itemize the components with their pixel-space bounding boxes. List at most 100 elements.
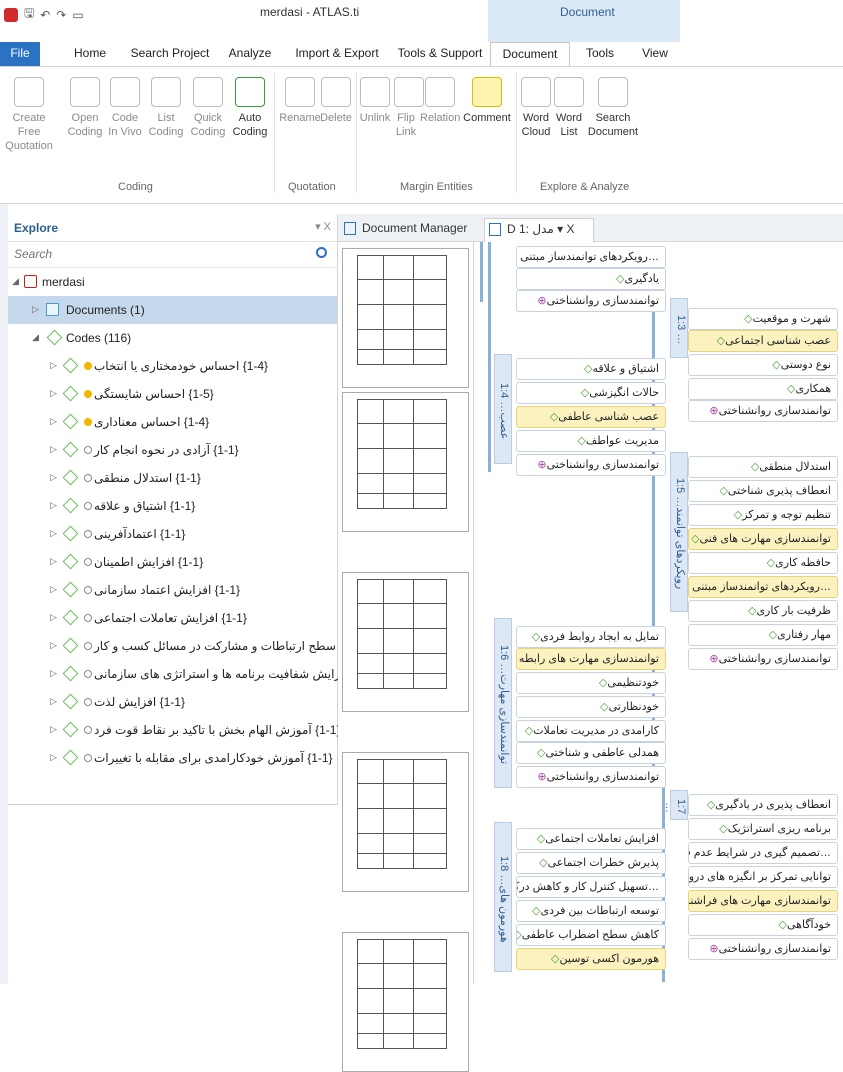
code-list-item[interactable]: ▷ {1-1} افزایش لذت: [8, 688, 337, 716]
quotation-bracket[interactable]: [480, 242, 483, 302]
quotation-bar-label[interactable]: 1:7 …: [663, 790, 688, 820]
search-document-button[interactable]: Search Document: [586, 77, 640, 139]
tab-home[interactable]: Home: [70, 42, 110, 66]
chevron-right-icon[interactable]: ▷: [50, 752, 57, 763]
code-list-item[interactable]: ▷ {1-1} اشتیاق و علاقه: [8, 492, 337, 520]
tab-view[interactable]: View: [635, 42, 675, 66]
quotation-bracket[interactable]: [488, 242, 491, 472]
tree-item-documents[interactable]: ▷ Documents (1): [8, 296, 337, 324]
flip-link-button[interactable]: Flip Link: [394, 77, 424, 139]
tab-tools[interactable]: Tools: [580, 42, 620, 66]
chevron-right-icon[interactable]: ▷: [50, 696, 57, 707]
chevron-right-icon[interactable]: ▷: [50, 528, 57, 539]
tab-import-export[interactable]: Import & Export: [292, 42, 382, 66]
save-icon[interactable]: 🖫: [24, 4, 34, 25]
chevron-right-icon[interactable]: ▷: [32, 304, 39, 315]
chevron-right-icon[interactable]: ▷: [50, 416, 57, 427]
delete-button[interactable]: Delete: [318, 77, 354, 125]
margin-code-tag[interactable]: مدیریت عواطف◇: [516, 430, 666, 452]
chevron-right-icon[interactable]: ▷: [50, 360, 57, 371]
margin-code-tag[interactable]: برنامه ریزی استراتژیک◇: [688, 818, 838, 840]
tree-item-project[interactable]: ◢ merdasi: [8, 268, 337, 296]
new-icon[interactable]: ▭: [72, 8, 83, 22]
code-list-item[interactable]: ▷ {1-1} افزایش تعاملات اجتماعی: [8, 604, 337, 632]
word-cloud-button[interactable]: Word Cloud: [518, 77, 554, 139]
margin-code-tag[interactable]: توانمندسازی روانشناختی⊕: [688, 938, 838, 960]
margin-code-tag[interactable]: حافظه کاری◇: [688, 552, 838, 574]
chevron-down-icon[interactable]: ◢: [12, 276, 19, 287]
chevron-down-icon[interactable]: ◢: [32, 332, 39, 343]
redo-icon[interactable]: ↷: [56, 8, 66, 22]
margin-code-tag[interactable]: توانمندسازی روانشناختی⊕: [688, 400, 838, 422]
comment-button[interactable]: Comment: [462, 77, 512, 125]
chevron-right-icon[interactable]: ▷: [50, 612, 57, 623]
page-thumbnail[interactable]: [342, 248, 469, 388]
tab-search-project[interactable]: Search Project: [130, 42, 210, 66]
margin-code-tag[interactable]: کارامدی در مدیریت تعاملات◇: [516, 720, 666, 742]
tree-item-codes[interactable]: ◢ Codes (116): [8, 324, 337, 352]
auto-coding-button[interactable]: Auto Coding: [230, 77, 270, 139]
margin-code-tag[interactable]: …رویکردهای توانمندساز مبتنی بر ع◇: [516, 246, 666, 268]
margin-code-tag[interactable]: توانمندسازی روانشناختی⊕: [516, 290, 666, 312]
chevron-right-icon[interactable]: ▷: [50, 640, 57, 651]
margin-code-tag[interactable]: توسعه ارتباطات بین فردی◇: [516, 900, 666, 922]
margin-code-tag[interactable]: توانایی تمرکز بر انگیزه های درونی◇: [688, 866, 838, 888]
unlink-button[interactable]: Unlink: [358, 77, 392, 125]
margin-code-tag[interactable]: نوع دوستی◇: [688, 354, 838, 376]
chevron-right-icon[interactable]: ▷: [50, 556, 57, 567]
page-thumbnail[interactable]: [342, 392, 469, 532]
margin-code-tag[interactable]: استدلال منطقی◇: [688, 456, 838, 478]
chevron-right-icon[interactable]: ▷: [50, 472, 57, 483]
code-list-item[interactable]: ▷ {1-1} آزادی در نحوه انجام کار: [8, 436, 337, 464]
word-list-button[interactable]: Word List: [554, 77, 584, 139]
quick-coding-button[interactable]: Quick Coding: [188, 77, 228, 139]
margin-code-tag[interactable]: مهار رفتاری◇: [688, 624, 838, 646]
margin-code-tag[interactable]: خودنظارتی◇: [516, 696, 666, 718]
margin-code-tag[interactable]: پذیرش خطرات اجتماعی◇: [516, 852, 666, 874]
quotation-bar-label[interactable]: 1:6 …توانمندسازی مهارت: [494, 618, 512, 788]
code-list-item[interactable]: ▷ {1-4} احساس معناداری: [8, 408, 337, 436]
margin-code-tag[interactable]: خودآگاهی◇: [688, 914, 838, 936]
page-thumbnail[interactable]: [342, 932, 469, 1072]
quotation-bar-label[interactable]: 1:5 …رویکردهای توانمند: [670, 452, 688, 612]
code-list-item[interactable]: ▷ {1-1} اعتمادآفرینی: [8, 520, 337, 548]
code-list-item[interactable]: ▷ {1-4} احساس خودمختاری یا انتخاب: [8, 352, 337, 380]
margin-code-tag[interactable]: شهرت و موقعیت◇: [688, 308, 838, 330]
code-list-item[interactable]: ▷ {1-1} آموزش الهام بخش با تاکید بر نقاط …: [8, 716, 340, 744]
margin-code-tag[interactable]: ظرفیت بار کاری◇: [688, 600, 838, 622]
rename-button[interactable]: Rename: [278, 77, 322, 125]
code-list-item[interactable]: ▷ {1-1} استدلال منطقی: [8, 464, 337, 492]
margin-code-tag[interactable]: اشتیاق و علاقه◇: [516, 358, 666, 380]
margin-code-tag[interactable]: …تسهیل کنترل کار و کاهش درک بار◇: [516, 876, 666, 898]
tab-tools-support[interactable]: Tools & Support: [395, 42, 485, 66]
margin-code-tag[interactable]: توانمندسازی مهارت های رابطه ای◇: [516, 648, 666, 670]
margin-code-tag[interactable]: توانمندسازی روانشناختی⊕: [516, 454, 666, 476]
list-coding-button[interactable]: List Coding: [146, 77, 186, 139]
chevron-right-icon[interactable]: ▷: [50, 444, 57, 455]
chevron-right-icon[interactable]: ▷: [50, 500, 57, 511]
undo-icon[interactable]: ↶: [40, 8, 50, 22]
margin-code-tag[interactable]: یادگیری◇: [516, 268, 666, 290]
page-thumbnail[interactable]: [342, 572, 469, 712]
margin-code-tag[interactable]: توانمندسازی روانشناختی⊕: [516, 766, 666, 788]
code-list-item[interactable]: ▷{1-1} افزایش سطح ارتباطات و مشارکت در م…: [8, 632, 406, 660]
code-list-item[interactable]: ▷ {1-1} افزایش اطمینان: [8, 548, 337, 576]
search-icon[interactable]: [316, 247, 327, 258]
tab-document[interactable]: Document: [490, 42, 570, 66]
margin-code-tag[interactable]: همدلی عاطفی و شناختی◇: [516, 742, 666, 764]
margin-code-tag[interactable]: انعطاف پذیری شناختی◇: [688, 480, 838, 502]
margin-code-tag[interactable]: عصب شناسی اجتماعی◇: [688, 330, 838, 352]
code-list-item[interactable]: ▷ {1-1} آموزش خودکارامدی برای مقابله با ت…: [8, 744, 337, 772]
quotation-bar-label[interactable]: 1:8 …هورمون های: [494, 822, 512, 972]
chevron-right-icon[interactable]: ▷: [50, 668, 57, 679]
tab-document-d1[interactable]: D 1: مدل ▾ X: [484, 218, 594, 242]
chevron-right-icon[interactable]: ▷: [50, 584, 57, 595]
margin-code-tag[interactable]: کاهش سطح اضطراب عاطفی◇: [516, 924, 666, 946]
margin-code-tag[interactable]: خودتنظیمی◇: [516, 672, 666, 694]
search-input[interactable]: [8, 242, 308, 266]
margin-code-tag[interactable]: هورمون اکسی توسین◇: [516, 948, 666, 970]
explore-pane-controls[interactable]: ▾ X: [315, 220, 331, 233]
code-list-item[interactable]: ▷ {1-5} احساس شایستگی: [8, 380, 337, 408]
relation-button[interactable]: Relation: [420, 77, 460, 125]
quotation-bar-label[interactable]: 1:4 …عصب: [494, 354, 512, 464]
